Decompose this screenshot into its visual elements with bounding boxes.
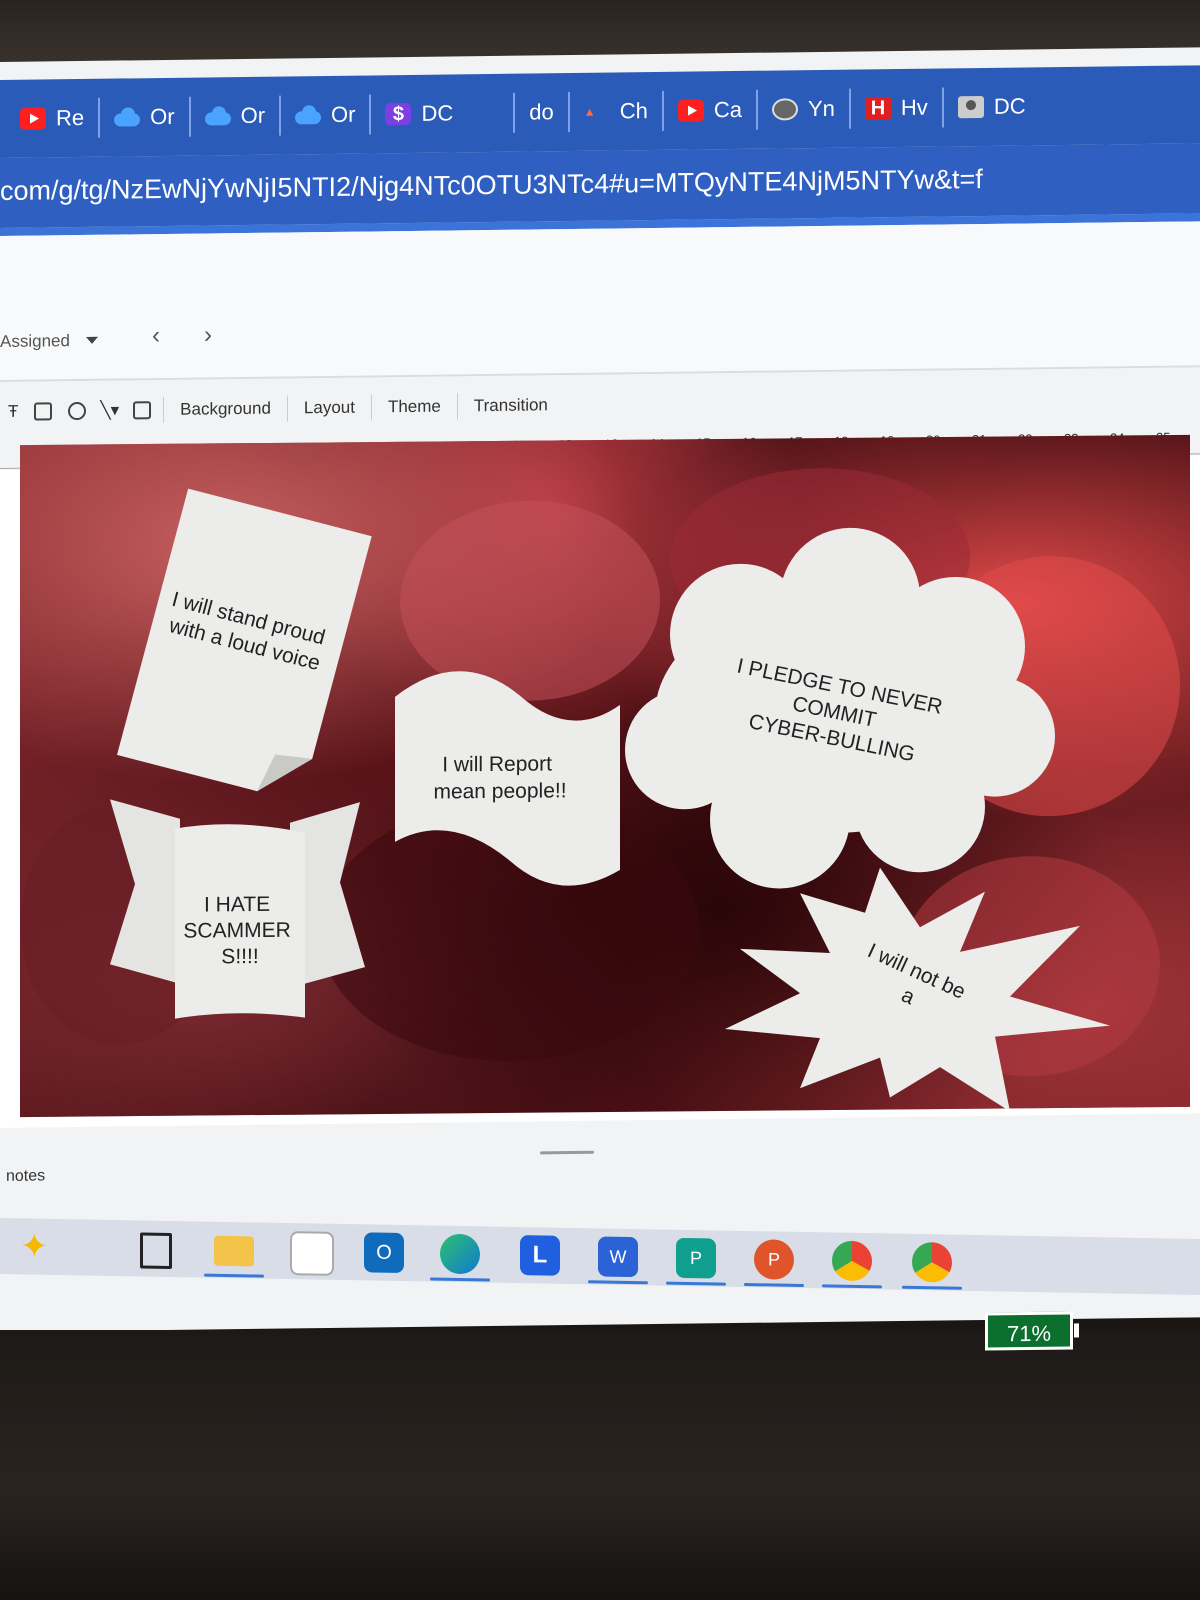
publisher-icon[interactable]: P bbox=[676, 1237, 716, 1279]
word-icon[interactable]: W bbox=[598, 1236, 638, 1278]
background-button[interactable]: Background bbox=[168, 399, 283, 420]
edge-icon[interactable] bbox=[440, 1233, 480, 1275]
copilot-sparkle-icon[interactable]: ✦ bbox=[20, 1226, 60, 1267]
bookmark-do[interactable]: do bbox=[515, 92, 570, 133]
bookmark-bar: Re Or Or Or $ DC do ▲ Ch Ca Yn H Hv DC bbox=[0, 65, 1200, 158]
next-arrow-icon[interactable]: › bbox=[204, 321, 212, 349]
slide[interactable]: I will stand proud with a loud voice I H… bbox=[20, 434, 1190, 1118]
banner-line-1: I HATE bbox=[204, 893, 270, 917]
wave-line-2: mean people!! bbox=[433, 779, 566, 803]
toolbar-separator bbox=[456, 393, 458, 420]
slide-shapes: I will stand proud with a loud voice I H… bbox=[110, 488, 1110, 1114]
h-icon: H bbox=[864, 97, 891, 120]
bookmark-ch[interactable]: ▲ Ch bbox=[569, 90, 664, 133]
image-icon[interactable] bbox=[34, 402, 53, 421]
theme-button[interactable]: Theme bbox=[376, 396, 453, 417]
onedrive-icon bbox=[295, 104, 321, 126]
banner-line-2: SCAMMER bbox=[183, 919, 290, 943]
active-indicator bbox=[822, 1284, 882, 1289]
bookmark-onedrive-1[interactable]: Or bbox=[100, 96, 191, 138]
bookmark-dc-2[interactable]: DC bbox=[944, 86, 1040, 127]
wave-shape[interactable]: I will Report mean people!! bbox=[395, 670, 620, 887]
layout-button[interactable]: Layout bbox=[292, 398, 367, 419]
powerpoint-icon[interactable]: P bbox=[754, 1239, 794, 1280]
prev-arrow-icon[interactable]: ‹ bbox=[152, 322, 160, 350]
active-indicator bbox=[204, 1273, 264, 1278]
active-indicator bbox=[666, 1281, 726, 1286]
bookmark-dc[interactable]: $ DC bbox=[371, 92, 516, 135]
outlook-icon[interactable]: O bbox=[364, 1232, 404, 1274]
banner-shape[interactable]: I HATE SCAMMER S!!!! bbox=[110, 797, 365, 1019]
shape-icon[interactable] bbox=[68, 401, 87, 421]
store-icon[interactable] bbox=[290, 1231, 334, 1276]
speaker-notes[interactable]: notes bbox=[0, 1113, 1200, 1218]
active-indicator bbox=[430, 1277, 490, 1282]
add-comment-icon[interactable] bbox=[133, 401, 152, 420]
text-box-icon[interactable]: Ŧ bbox=[0, 402, 26, 422]
onedrive-icon bbox=[114, 106, 140, 128]
canva-icon: ▲ bbox=[583, 104, 596, 119]
active-indicator bbox=[744, 1282, 804, 1288]
burst-shape[interactable]: I will not be a bbox=[725, 866, 1110, 1114]
contact-icon bbox=[957, 95, 984, 119]
active-indicator bbox=[902, 1285, 962, 1290]
line-icon[interactable]: ╲▾ bbox=[94, 400, 125, 420]
app-header bbox=[0, 221, 1200, 386]
notes-label: notes bbox=[6, 1167, 46, 1185]
monitor-bezel-bottom bbox=[0, 1330, 1200, 1600]
wave-line-1: I will Report bbox=[442, 752, 552, 776]
bookmark-onedrive-2[interactable]: Or bbox=[190, 95, 282, 137]
chrome-icon[interactable] bbox=[832, 1240, 872, 1282]
file-explorer-icon[interactable] bbox=[214, 1235, 254, 1267]
bookmark-yn[interactable]: Yn bbox=[758, 88, 851, 130]
address-url[interactable]: com/g/tg/NzEwNjYwNjI5NTI2/Njg4NTc0OTU3NT… bbox=[0, 164, 983, 207]
toolbar-separator bbox=[370, 394, 372, 421]
onedrive-icon bbox=[205, 105, 231, 127]
toolbar-separator bbox=[286, 395, 288, 422]
note-shape[interactable]: I will stand proud with a loud voice bbox=[117, 488, 372, 803]
notes-resize-handle[interactable] bbox=[540, 1150, 594, 1155]
chrome-icon-2[interactable] bbox=[912, 1241, 952, 1283]
assigned-dropdown[interactable]: Assigned bbox=[0, 331, 70, 352]
chevron-down-icon[interactable] bbox=[86, 336, 98, 344]
youtube-icon bbox=[20, 107, 46, 130]
active-indicator bbox=[588, 1280, 648, 1285]
l-app-icon[interactable]: L bbox=[520, 1235, 560, 1276]
task-view-icon[interactable] bbox=[140, 1232, 172, 1270]
globe-icon bbox=[772, 98, 798, 121]
transition-button[interactable]: Transition bbox=[462, 395, 560, 416]
toolbar-separator bbox=[163, 396, 165, 424]
youtube-icon bbox=[677, 99, 704, 122]
dollar-icon: $ bbox=[385, 102, 412, 126]
battery-indicator[interactable]: 71% bbox=[985, 1311, 1073, 1351]
banner-line-3: S!!!! bbox=[221, 945, 258, 968]
bookmark-ca[interactable]: Ca bbox=[663, 89, 758, 131]
bookmark-hv[interactable]: H Hv bbox=[850, 87, 944, 129]
bookmark-re[interactable]: Re bbox=[6, 97, 101, 139]
bookmark-onedrive-3[interactable]: Or bbox=[281, 94, 372, 136]
cloud-shape[interactable]: I PLEDGE TO NEVER COMMIT CYBER-BULLING bbox=[625, 526, 1055, 890]
